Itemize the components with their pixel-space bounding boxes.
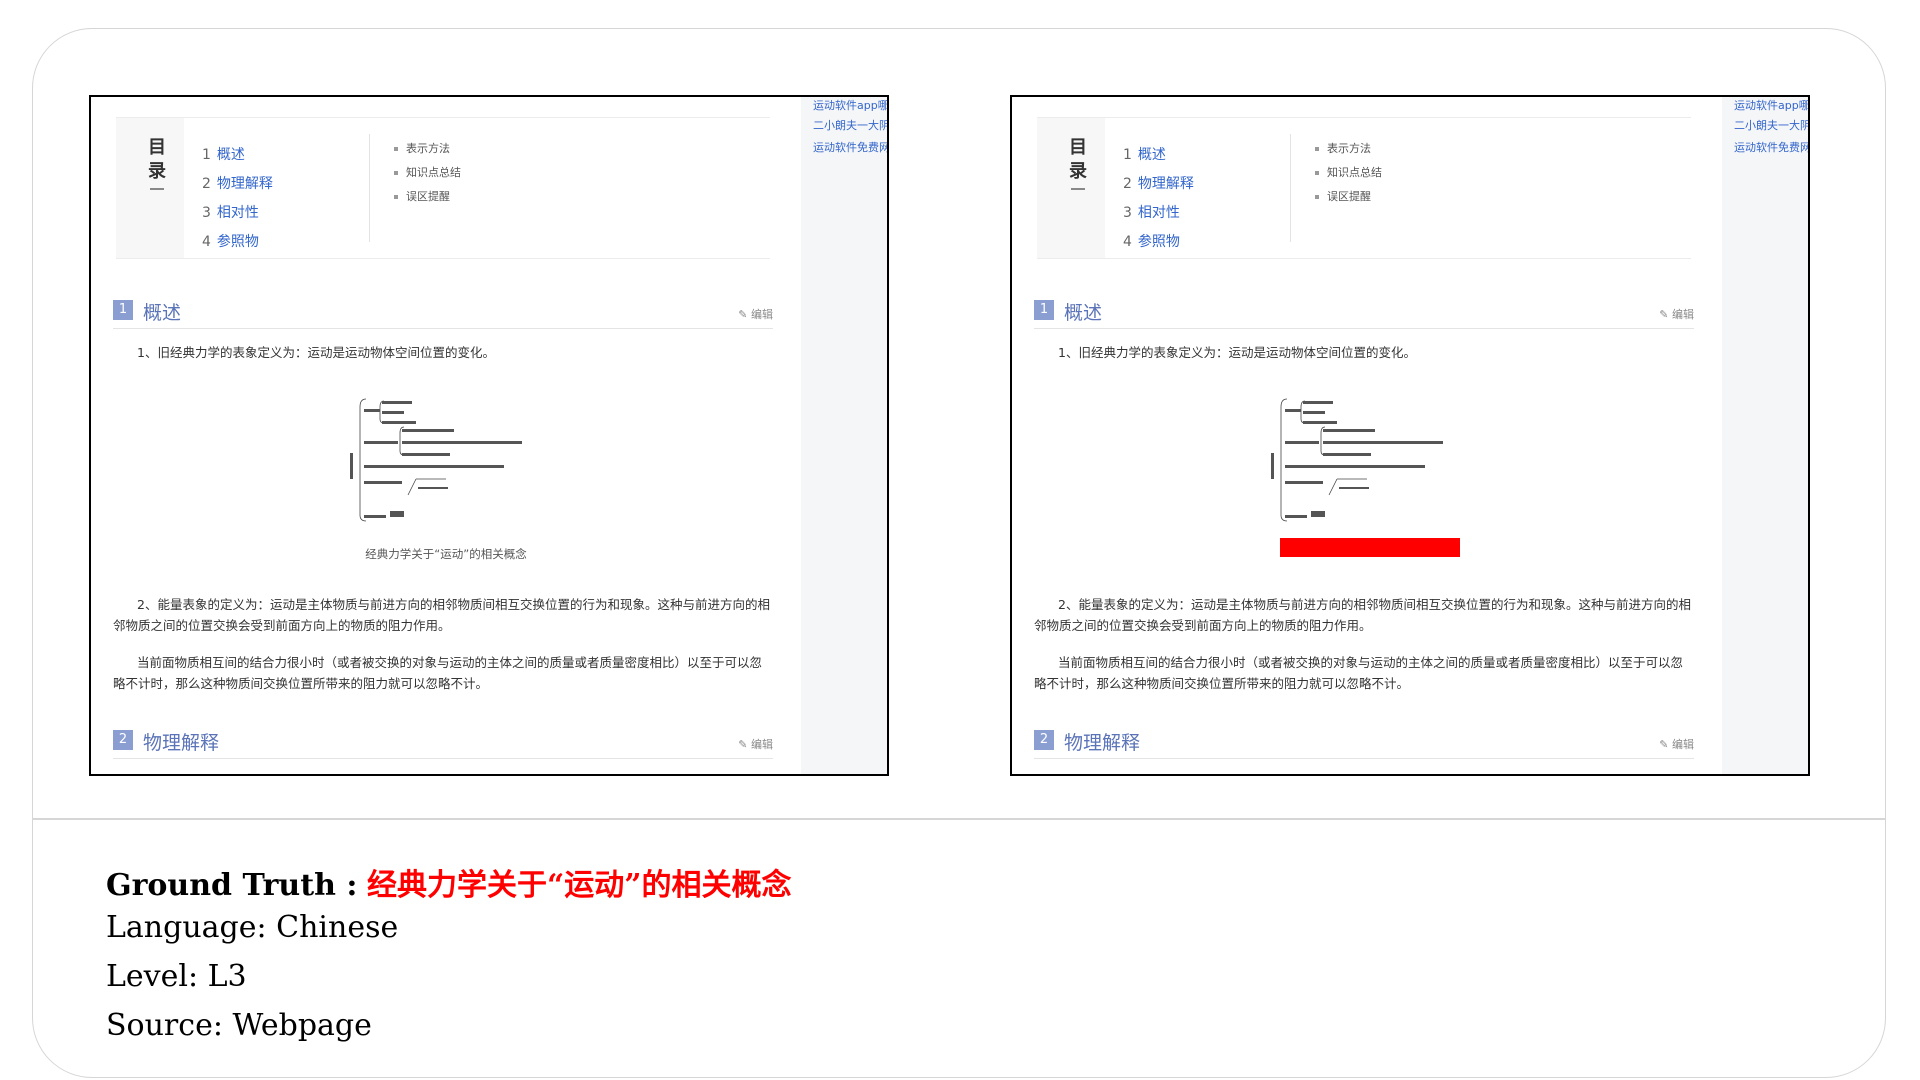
toc-separator <box>369 134 370 242</box>
paragraph: 当前面物质相互间的结合力很小时（或者被交换的对象与运动的主体之间的质量或者质量密… <box>1034 655 1684 691</box>
figure-caption: 经典力学关于“运动”的相关概念 <box>365 547 527 561</box>
related-link[interactable]: 运动软件app哪 <box>1734 97 1808 113</box>
toc-item-relativity[interactable]: 3 相对性 <box>1123 202 1180 222</box>
toc-sub-item[interactable]: 误区提醒 <box>1315 188 1371 204</box>
pencil-icon: ✎ <box>1659 308 1669 321</box>
related-link[interactable]: 二小朗夫一大阴 <box>1734 117 1808 133</box>
section-header-overview: 1 概述 ✎ 编辑 <box>1034 298 1694 329</box>
paragraph: 2、能量表象的定义为：运动是主体物质与前进方向的相邻物质间相互交换位置的行为和现… <box>113 597 770 633</box>
related-link[interactable]: 运动软件app哪 <box>813 97 887 113</box>
pencil-icon: ✎ <box>738 308 748 321</box>
pencil-icon: ✎ <box>1659 738 1669 751</box>
toc-title-underline <box>1071 188 1085 190</box>
toc-title-underline <box>150 188 164 190</box>
table-of-contents: 目录 1 概述 2 物理解释 3 相对性 4 参照物 表示方法 知识点总结 误区提醒 <box>1037 117 1691 259</box>
sidebar-related-links: 运动软件app哪 二小朗夫一大阴 运动软件免费网 <box>801 97 887 774</box>
toc-title: 目录 <box>1069 137 1087 182</box>
paragraph: 当前面物质相互间的结合力很小时（或者被交换的对象与运动的主体之间的质量或者质量密… <box>113 655 763 691</box>
screenshot-original: 目录 1 概述 2 物理解释 3 相对性 4 参照物 表示方法 知识点总结 误区提醒 1… <box>89 95 889 776</box>
toc-separator <box>1290 134 1291 242</box>
toc-sub-item[interactable]: 表示方法 <box>394 140 450 156</box>
toc-item-reference[interactable]: 4 参照物 <box>1123 231 1180 251</box>
edit-button[interactable]: ✎ 编辑 <box>738 736 773 752</box>
toc-item-relativity[interactable]: 3 相对性 <box>202 202 259 222</box>
caption-mask-box <box>1280 538 1460 557</box>
section-number: 1 <box>113 300 133 320</box>
related-link[interactable]: 二小朗夫一大阴 <box>813 117 887 133</box>
concept-diagram <box>1271 398 1443 522</box>
section-number: 2 <box>1034 730 1054 750</box>
article-content: 目录 1 概述 2 物理解释 3 相对性 4 参照物 表示方法 知识点总结 误区提醒 1… <box>1012 97 1722 774</box>
article-content: 目录 1 概述 2 物理解释 3 相对性 4 参照物 表示方法 知识点总结 误区提醒 1… <box>91 97 801 774</box>
ground-truth-value: 经典力学关于“运动”的相关概念 <box>366 868 792 903</box>
toc-list: 1 概述 2 物理解释 3 相对性 4 参照物 表示方法 知识点总结 误区提醒 <box>1105 118 1691 258</box>
toc-item-reference[interactable]: 4 参照物 <box>202 231 259 251</box>
section-title: 物理解释 <box>1064 732 1141 754</box>
toc-item-overview[interactable]: 1 概述 <box>1123 144 1166 164</box>
section-number: 2 <box>113 730 133 750</box>
section-title: 概述 <box>143 302 182 324</box>
toc-sub-item[interactable]: 知识点总结 <box>1315 164 1382 180</box>
toc-item-physics[interactable]: 2 物理解释 <box>1123 173 1194 193</box>
ground-truth-label: Ground Truth : <box>106 868 358 903</box>
section-title: 概述 <box>1064 302 1103 324</box>
toc-title: 目录 <box>148 137 166 182</box>
section-title: 物理解释 <box>143 732 220 754</box>
related-link[interactable]: 运动软件免费网 <box>813 139 887 155</box>
paragraph: 1、旧经典力学的表象定义为：运动是运动物体空间位置的变化。 <box>137 345 495 360</box>
section-header-overview: 1 概述 ✎ 编辑 <box>113 298 773 329</box>
paragraph: 1、旧经典力学的表象定义为：运动是运动物体空间位置的变化。 <box>1058 345 1416 360</box>
toc-sub-item[interactable]: 知识点总结 <box>394 164 461 180</box>
sidebar-related-links: 运动软件app哪 二小朗夫一大阴 运动软件免费网 <box>1722 97 1808 774</box>
section-header-physics: 2 物理解释 ✎ 编辑 <box>1034 728 1694 759</box>
source-line: Source: Webpage <box>106 1008 372 1043</box>
screenshot-masked: 目录 1 概述 2 物理解释 3 相对性 4 参照物 表示方法 知识点总结 误区提醒 1… <box>1010 95 1810 776</box>
section-header-physics: 2 物理解释 ✎ 编辑 <box>113 728 773 759</box>
card-divider <box>32 818 1886 820</box>
related-link[interactable]: 运动软件免费网 <box>1734 139 1808 155</box>
table-of-contents: 目录 1 概述 2 物理解释 3 相对性 4 参照物 表示方法 知识点总结 误区提醒 <box>116 117 770 259</box>
concept-diagram <box>350 398 522 522</box>
toc-list: 1 概述 2 物理解释 3 相对性 4 参照物 表示方法 知识点总结 误区提醒 <box>184 118 770 258</box>
edit-button[interactable]: ✎ 编辑 <box>1659 736 1694 752</box>
toc-sub-item[interactable]: 表示方法 <box>1315 140 1371 156</box>
language-line: Language: Chinese <box>106 910 399 945</box>
ground-truth-line: Ground Truth : 经典力学关于“运动”的相关概念 <box>106 860 792 904</box>
toc-item-physics[interactable]: 2 物理解释 <box>202 173 273 193</box>
pencil-icon: ✎ <box>738 738 748 751</box>
paragraph: 2、能量表象的定义为：运动是主体物质与前进方向的相邻物质间相互交换位置的行为和现… <box>1034 597 1691 633</box>
edit-button[interactable]: ✎ 编辑 <box>1659 306 1694 322</box>
toc-item-overview[interactable]: 1 概述 <box>202 144 245 164</box>
edit-button[interactable]: ✎ 编辑 <box>738 306 773 322</box>
section-number: 1 <box>1034 300 1054 320</box>
level-line: Level: L3 <box>106 959 247 994</box>
toc-sub-item[interactable]: 误区提醒 <box>394 188 450 204</box>
